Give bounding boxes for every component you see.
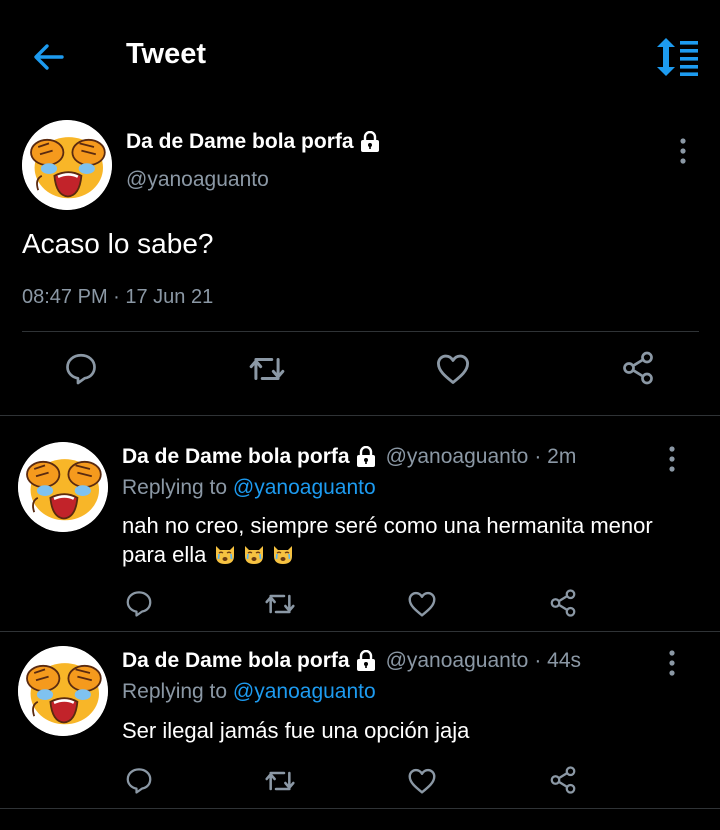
crying-cat-emoji-icon bbox=[242, 542, 266, 566]
replying-to: Replying to @yanoaguanto bbox=[122, 476, 376, 500]
display-name[interactable]: Da de Dame bola porfa bbox=[122, 649, 350, 673]
more-options-icon[interactable] bbox=[662, 648, 682, 678]
display-name[interactable]: Da de Dame bola porfa bbox=[126, 130, 354, 154]
lock-icon bbox=[356, 650, 376, 672]
divider bbox=[22, 331, 699, 332]
reply-time: · 2m bbox=[534, 445, 577, 468]
handle[interactable]: @yanoaguanto bbox=[386, 649, 529, 673]
tweet-text: Acaso lo sabe? bbox=[22, 228, 214, 259]
author-row: Da de Dame bola porfa @yanoaguanto · 2m bbox=[122, 445, 576, 469]
lock-icon bbox=[360, 131, 380, 153]
replying-to-label: Replying to bbox=[122, 680, 228, 703]
tweet-text: Ser ilegal jamás fue una opción jaja bbox=[122, 718, 470, 743]
author-row: Da de Dame bola porfa @yanoaguanto · 44s bbox=[122, 649, 581, 673]
replying-to-label: Replying to bbox=[122, 476, 228, 499]
page-title: Tweet bbox=[126, 38, 207, 70]
handle[interactable]: @yanoaguanto bbox=[386, 445, 529, 469]
avatar[interactable] bbox=[18, 442, 108, 532]
author-row: Da de Dame bola porfa bbox=[126, 130, 380, 154]
replying-to-link[interactable]: @yanoaguanto bbox=[233, 476, 376, 499]
reply-icon[interactable] bbox=[63, 350, 99, 386]
like-icon[interactable] bbox=[406, 588, 438, 620]
sort-order-icon[interactable] bbox=[654, 38, 700, 76]
app-header: Tweet bbox=[0, 0, 720, 112]
more-options-icon[interactable] bbox=[662, 444, 682, 474]
tweet-timestamp: 08:47 PM · 17 Jun 21 bbox=[22, 286, 214, 308]
share-icon[interactable] bbox=[620, 350, 656, 386]
lock-icon bbox=[356, 446, 376, 468]
replying-to: Replying to @yanoaguanto bbox=[122, 680, 376, 704]
share-icon[interactable] bbox=[548, 765, 578, 795]
back-arrow-icon[interactable] bbox=[32, 40, 66, 74]
display-name[interactable]: Da de Dame bola porfa bbox=[122, 445, 350, 469]
reply-text-block: Ser ilegal jamás fue una opción jaja bbox=[122, 716, 682, 745]
reply-tweet[interactable]: Da de Dame bola porfa @yanoaguanto · 2m … bbox=[0, 418, 720, 632]
crying-cat-emoji-icon bbox=[271, 542, 295, 566]
divider bbox=[0, 808, 720, 809]
retweet-icon[interactable] bbox=[248, 350, 286, 388]
reply-text-block: nah no creo, siempre seré como una herma… bbox=[122, 511, 682, 569]
retweet-icon[interactable] bbox=[264, 765, 296, 797]
tweet-text: nah no creo, siempre seré como una herma… bbox=[122, 513, 653, 567]
reply-time: · 44s bbox=[534, 649, 582, 672]
reply-icon[interactable] bbox=[124, 765, 154, 795]
like-icon[interactable] bbox=[406, 765, 438, 797]
main-tweet: Da de Dame bola porfa @yanoaguanto Acaso… bbox=[0, 112, 720, 416]
reply-tweet[interactable]: Da de Dame bola porfa @yanoaguanto · 44s… bbox=[0, 622, 720, 818]
more-options-icon[interactable] bbox=[673, 136, 693, 166]
reply-icon[interactable] bbox=[124, 588, 154, 618]
divider bbox=[0, 415, 720, 416]
like-icon[interactable] bbox=[434, 350, 472, 388]
retweet-icon[interactable] bbox=[264, 588, 296, 620]
tweet-actions bbox=[0, 350, 720, 400]
avatar[interactable] bbox=[22, 120, 112, 210]
handle[interactable]: @yanoaguanto bbox=[126, 168, 269, 192]
avatar[interactable] bbox=[18, 646, 108, 736]
replying-to-link[interactable]: @yanoaguanto bbox=[233, 680, 376, 703]
crying-cat-emoji-icon bbox=[213, 542, 237, 566]
share-icon[interactable] bbox=[548, 588, 578, 618]
